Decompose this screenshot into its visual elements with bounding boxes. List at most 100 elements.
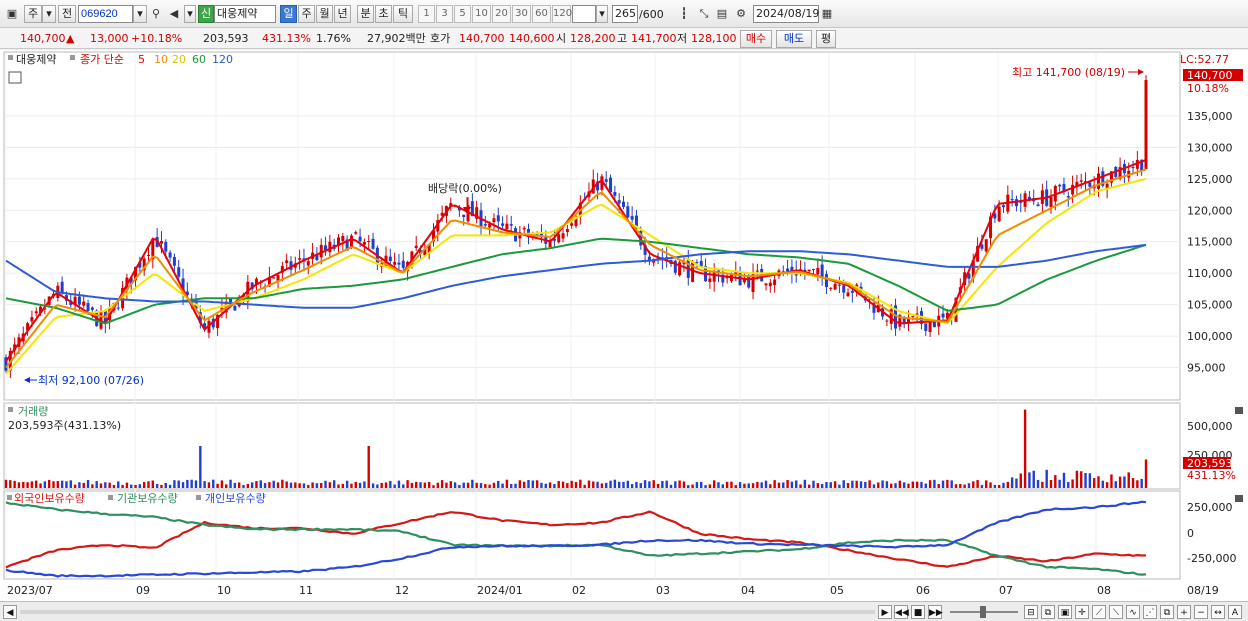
stop-icon[interactable]: ■ <box>911 605 925 619</box>
candle-body <box>812 269 815 271</box>
stock-name-field[interactable]: 대웅제약 <box>214 5 276 23</box>
zoom-out-icon[interactable]: − <box>1194 605 1208 619</box>
holding-line-2 <box>5 501 1147 576</box>
interval-30[interactable]: 30 <box>512 5 531 23</box>
rewind-icon[interactable]: ◀◀ <box>894 605 909 619</box>
volume-bar <box>617 481 621 488</box>
interval-custom-input[interactable] <box>572 5 596 23</box>
stock-code-input[interactable] <box>78 5 133 23</box>
volume-bar <box>13 480 16 488</box>
interval-20[interactable]: 20 <box>492 5 511 23</box>
play-icon[interactable]: ▶▶ <box>928 605 943 619</box>
volume-bar <box>479 483 483 488</box>
candle-body <box>349 235 353 247</box>
buy-button[interactable]: 매수 <box>740 30 772 48</box>
period-type-dropdown[interactable]: ▾ <box>42 5 56 23</box>
ruler-icon[interactable]: ⟍ <box>1109 605 1123 619</box>
chart-toolbar: ▣ 주 ▾ 전 ▾ ⚲ ◀ ▾ 신 대웅제약 일 주 월 년 분 초 틱 1 3… <box>0 0 1248 28</box>
volume-bar <box>592 481 595 488</box>
chart-area[interactable]: 135,000 130,000 125,000 120,000 115,000 110,0… <box>0 50 1248 601</box>
draw-icon[interactable]: ⤡ <box>696 6 712 22</box>
volume-bar <box>212 479 215 488</box>
period-type-select[interactable]: 주 <box>24 5 42 23</box>
period-year[interactable]: 년 <box>334 5 351 23</box>
volume-bar <box>281 479 284 488</box>
volume-bar <box>635 481 638 488</box>
reset-zoom-icon[interactable]: ↔ <box>1211 605 1225 619</box>
crosshair-icon[interactable]: ✛ <box>1075 605 1089 619</box>
volume-bar <box>648 481 651 488</box>
wave-icon[interactable]: ∿ <box>1126 605 1140 619</box>
volume-bar <box>268 482 271 488</box>
stock-code-dropdown[interactable]: ▾ <box>133 5 147 23</box>
trend-line-icon[interactable]: ⟋ <box>1092 605 1106 619</box>
interval-dropdown[interactable]: ▾ <box>596 5 608 23</box>
candle-body <box>911 315 915 317</box>
zoom-in-icon[interactable]: + <box>1177 605 1191 619</box>
interval-3[interactable]: 3 <box>436 5 453 23</box>
calendar-icon[interactable]: ▦ <box>819 6 835 22</box>
scroll-left-icon[interactable]: ◀ <box>3 605 17 619</box>
volume-bar <box>661 480 664 488</box>
period-month[interactable]: 월 <box>316 5 333 23</box>
period-second[interactable]: 초 <box>375 5 392 23</box>
chart-type-icon[interactable]: ▣ <box>4 6 20 22</box>
avg-button[interactable]: 평 <box>816 30 836 48</box>
compare-button[interactable]: 전 <box>58 5 76 23</box>
period-week[interactable]: 주 <box>298 5 315 23</box>
scroll-track[interactable] <box>20 610 875 614</box>
period-minute[interactable]: 분 <box>357 5 374 23</box>
volume-bar <box>1006 481 1010 488</box>
table-toggle-icon[interactable] <box>8 71 22 84</box>
x-axis-label: 12 <box>395 584 409 597</box>
holding-panel-close-icon[interactable] <box>1235 495 1243 502</box>
period-tick[interactable]: 틱 <box>393 5 413 23</box>
volume-bar <box>194 480 198 488</box>
chart-canvas[interactable]: 135,000 130,000 125,000 120,000 115,000 110,0… <box>0 50 1248 601</box>
interval-60[interactable]: 60 <box>532 5 551 23</box>
candle-body <box>164 241 168 252</box>
speaker-icon[interactable]: ◀ <box>166 6 182 22</box>
settings-icon[interactable]: ⚙ <box>733 6 749 22</box>
candle-body <box>1036 204 1040 207</box>
ma-line-5 <box>5 158 1147 362</box>
interval-1[interactable]: 1 <box>418 5 435 23</box>
layout-icon-2[interactable]: ⧉ <box>1041 605 1055 619</box>
interval-120[interactable]: 120 <box>552 5 572 23</box>
candle-body <box>371 238 375 249</box>
period-day[interactable]: 일 <box>280 5 297 23</box>
date-input[interactable]: 2024/08/19 <box>753 5 819 23</box>
speaker-dropdown[interactable]: ▾ <box>184 5 196 23</box>
interval-10[interactable]: 10 <box>472 5 491 23</box>
volume-panel-close-icon[interactable] <box>1235 407 1243 414</box>
candle-body <box>755 270 759 272</box>
text-tool-icon[interactable]: A <box>1228 605 1242 619</box>
volume-bar <box>30 481 34 488</box>
candle-body <box>90 307 94 310</box>
volume-bar <box>99 483 103 488</box>
sell-button[interactable]: 매도 <box>776 30 812 48</box>
candle-body <box>414 245 418 249</box>
interval-5[interactable]: 5 <box>454 5 471 23</box>
volume-bar <box>609 480 612 488</box>
fib-icon[interactable]: ⋰ <box>1143 605 1157 619</box>
volume-bar <box>406 480 409 488</box>
candle-body <box>557 234 561 243</box>
price-panel-frame <box>3 51 1181 401</box>
zoom-slider-handle[interactable] <box>980 606 986 618</box>
scroll-right-icon[interactable]: ▶ <box>878 605 892 619</box>
volume-bar <box>954 484 958 488</box>
search-icon[interactable]: ⚲ <box>148 6 164 22</box>
count-input[interactable]: 265 <box>612 5 638 23</box>
volume-bar <box>130 484 133 488</box>
copy-icon[interactable]: ⧉ <box>1160 605 1174 619</box>
save-icon[interactable]: ▤ <box>714 6 730 22</box>
volume-bar <box>527 479 530 488</box>
volume-bar <box>678 480 681 488</box>
volume-bar <box>574 482 578 488</box>
layout-icon-3[interactable]: ▣ <box>1058 605 1072 619</box>
volume-bar <box>259 480 262 488</box>
candle-icon[interactable]: ┇ <box>676 6 692 22</box>
layout-icon-1[interactable]: ⊟ <box>1024 605 1038 619</box>
ma-line-60 <box>5 237 1147 325</box>
